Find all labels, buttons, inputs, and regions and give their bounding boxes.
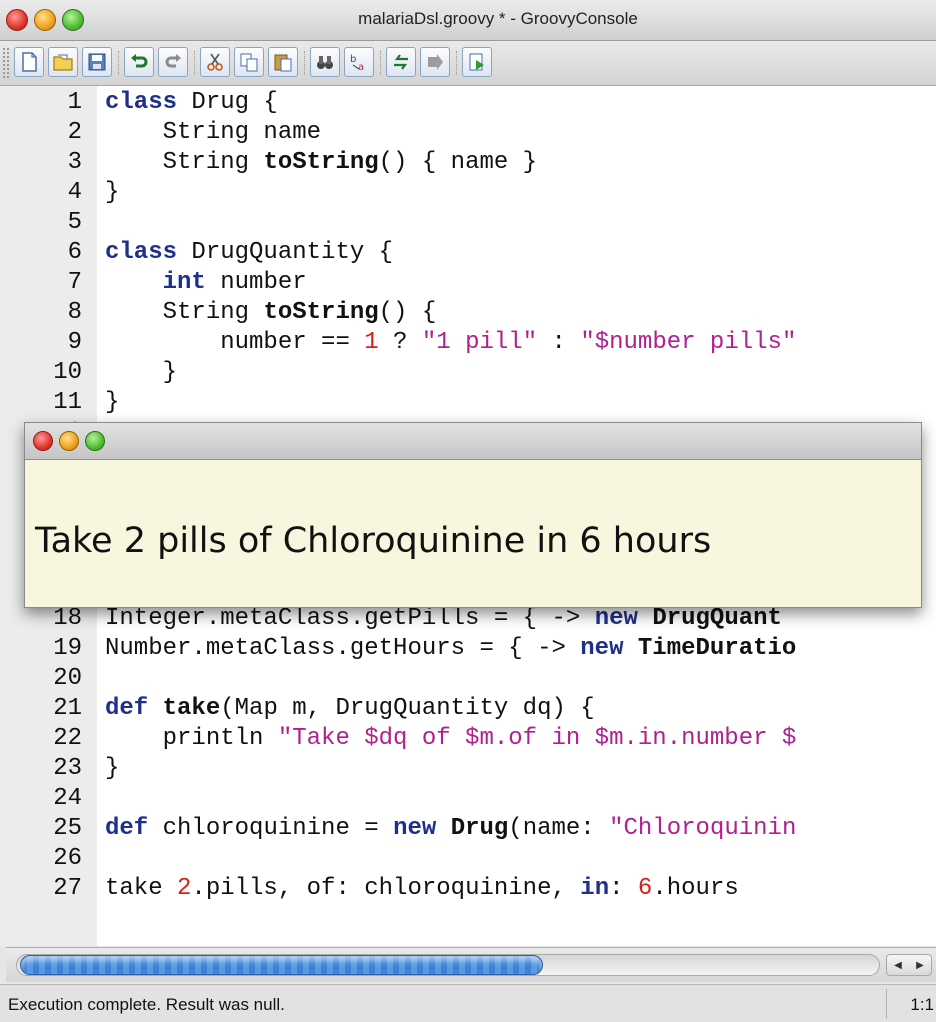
toolbar-separator bbox=[456, 51, 459, 75]
cut-button[interactable] bbox=[200, 47, 230, 77]
output-zoom-button[interactable] bbox=[85, 431, 105, 451]
code-line[interactable]: 25 def chloroquinine = new Drug(name: "Ch… bbox=[0, 814, 936, 844]
code-line[interactable]: 24 bbox=[0, 784, 936, 814]
undo-icon bbox=[131, 54, 148, 68]
history-previous-icon bbox=[394, 54, 408, 70]
code-text[interactable]: println "Take $dq of $m.of in $m.in.numb… bbox=[105, 724, 797, 754]
find-binoculars-icon bbox=[317, 56, 333, 69]
code-line[interactable]: 7 int number bbox=[0, 268, 936, 298]
output-window-title-bar[interactable] bbox=[25, 423, 921, 460]
code-line[interactable]: 11} bbox=[0, 388, 936, 418]
svg-text:a: a bbox=[358, 62, 364, 73]
cursor-position: 1:1 bbox=[910, 995, 934, 1014]
replace-icon: ba bbox=[350, 54, 364, 73]
code-line[interactable]: 18 Integer.metaClass.getPills = { -> new … bbox=[0, 604, 936, 634]
replace-button[interactable]: ba bbox=[344, 47, 374, 77]
status-bar: Execution complete. Result was null. 1:1 bbox=[0, 984, 936, 1022]
code-text[interactable]: String name bbox=[105, 118, 321, 148]
code-line[interactable]: 1 class Drug { bbox=[0, 88, 936, 118]
code-text[interactable]: } bbox=[105, 754, 119, 784]
code-text[interactable]: class DrugQuantity { bbox=[105, 238, 393, 268]
code-text[interactable]: Integer.metaClass.getPills = { -> new Dr… bbox=[105, 604, 782, 634]
code-line[interactable]: 9 number == 1 ? "1 pill" : "$number pill… bbox=[0, 328, 936, 358]
output-minimize-button[interactable] bbox=[59, 431, 79, 451]
output-close-button[interactable] bbox=[33, 431, 53, 451]
groovy-console-window: malariaDsl.groovy * - GroovyConsole b a … bbox=[0, 0, 936, 1022]
status-divider bbox=[886, 989, 887, 1019]
code-text[interactable]: String toString() { bbox=[105, 298, 437, 328]
code-line[interactable]: 5 bbox=[0, 208, 936, 238]
code-text[interactable]: def take(Map m, DrugQuantity dq) { bbox=[105, 694, 595, 724]
toolbar-separator bbox=[304, 51, 307, 75]
copy-button[interactable] bbox=[234, 47, 264, 77]
code-line[interactable]: 23} bbox=[0, 754, 936, 784]
paste-button[interactable] bbox=[268, 47, 298, 77]
code-text[interactable]: } bbox=[105, 358, 177, 388]
scroll-right-arrow-icon[interactable]: ▶ bbox=[909, 955, 931, 975]
scroll-left-arrow-icon[interactable]: ◀ bbox=[887, 955, 909, 975]
toolbar-separator bbox=[380, 51, 383, 75]
find-button[interactable] bbox=[310, 47, 340, 77]
code-text[interactable]: String toString() { name } bbox=[105, 148, 537, 178]
save-button[interactable] bbox=[82, 47, 112, 77]
code-text[interactable]: int number bbox=[105, 268, 307, 298]
code-line[interactable]: 8 String toString() { bbox=[0, 298, 936, 328]
new-document-button[interactable] bbox=[14, 47, 44, 77]
code-line[interactable]: 4} bbox=[0, 178, 936, 208]
code-text[interactable]: def chloroquinine = new Drug(name: "Chlo… bbox=[105, 814, 796, 844]
history-next-icon bbox=[428, 54, 443, 70]
toolbar-grip[interactable] bbox=[3, 48, 9, 78]
output-message: Take 2 pills of Chloroquinine in 6 hours bbox=[35, 521, 712, 561]
code-line[interactable]: 21 def take(Map m, DrugQuantity dq) { bbox=[0, 694, 936, 724]
paste-icon bbox=[274, 54, 292, 72]
toolbar-separator bbox=[118, 51, 121, 75]
cut-scissors-icon bbox=[207, 53, 223, 71]
redo-button[interactable] bbox=[158, 47, 188, 77]
copy-icon bbox=[240, 53, 258, 72]
open-file-button[interactable] bbox=[48, 47, 78, 77]
history-next-button[interactable] bbox=[420, 47, 450, 77]
open-folder-icon bbox=[53, 54, 73, 71]
scroll-arrows: ◀ ▶ bbox=[886, 954, 932, 976]
code-text[interactable]: take 2.pills, of: chloroquinine, in: 6.h… bbox=[105, 874, 739, 904]
run-script-button[interactable] bbox=[462, 47, 492, 77]
title-bar[interactable]: malariaDsl.groovy * - GroovyConsole bbox=[0, 0, 936, 41]
code-line[interactable]: 19 Number.metaClass.getHours = { -> new T… bbox=[0, 634, 936, 664]
code-line[interactable]: 3 String toString() { name } bbox=[0, 148, 936, 178]
code-line[interactable]: 10 } bbox=[0, 358, 936, 388]
code-text[interactable]: class Drug { bbox=[105, 88, 278, 118]
code-line[interactable]: 20 bbox=[0, 664, 936, 694]
redo-icon bbox=[165, 54, 181, 68]
code-text[interactable]: } bbox=[105, 388, 119, 418]
history-previous-button[interactable] bbox=[386, 47, 416, 77]
code-line[interactable]: 26 bbox=[0, 844, 936, 874]
run-script-icon bbox=[469, 53, 484, 71]
output-window: Take 2 pills of Chloroquinine in 6 hours bbox=[24, 422, 922, 608]
code-text[interactable]: } bbox=[105, 178, 119, 208]
undo-button[interactable] bbox=[124, 47, 154, 77]
code-line[interactable]: 6 class DrugQuantity { bbox=[0, 238, 936, 268]
code-text[interactable]: number == 1 ? "1 pill" : "$number pills" bbox=[105, 328, 796, 358]
code-line[interactable]: 2 String name bbox=[0, 118, 936, 148]
horizontal-scrollbar[interactable]: ◀ ▶ bbox=[6, 947, 936, 982]
code-line[interactable]: 22 println "Take $dq of $m.of in $m.in.n… bbox=[0, 724, 936, 754]
save-disk-icon bbox=[88, 53, 106, 71]
window-title: malariaDsl.groovy * - GroovyConsole bbox=[358, 9, 638, 28]
status-message: Execution complete. Result was null. bbox=[8, 995, 285, 1014]
toolbar: ba bbox=[0, 41, 936, 86]
code-text[interactable]: Number.metaClass.getHours = { -> new Tim… bbox=[105, 634, 796, 664]
svg-text:b: b bbox=[350, 54, 356, 65]
new-document-icon bbox=[22, 52, 37, 72]
scrollbar-thumb[interactable] bbox=[20, 955, 543, 975]
toolbar-separator bbox=[194, 51, 197, 75]
code-line[interactable]: 27 take 2.pills, of: chloroquinine, in: 6… bbox=[0, 874, 936, 904]
